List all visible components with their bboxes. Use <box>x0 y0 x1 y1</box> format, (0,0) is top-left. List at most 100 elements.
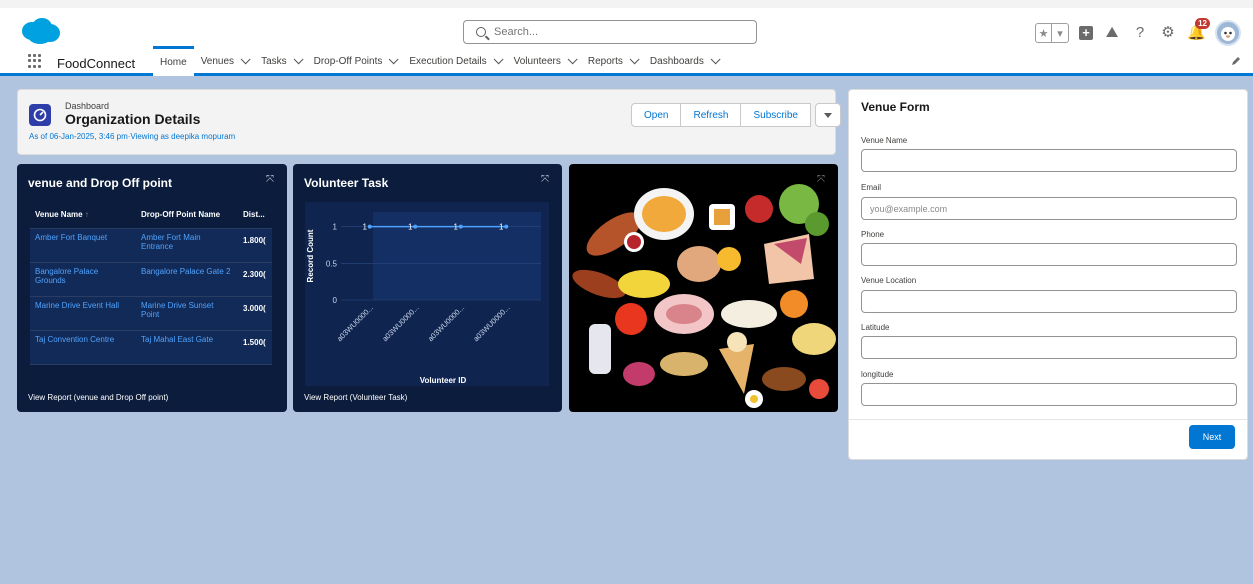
y-tick-label: 1 <box>333 223 338 232</box>
view-report-link[interactable]: View Report (venue and Drop Off point) <box>28 393 168 402</box>
star-icon[interactable]: ★ <box>1036 24 1052 42</box>
food-illustration <box>572 184 836 408</box>
app-launcher-icon[interactable] <box>28 54 42 68</box>
venue-name-cell[interactable]: Bangalore Palace Grounds <box>30 262 136 297</box>
column-header-drop-off-point[interactable]: Drop-Off Point Name <box>136 202 238 229</box>
tab-tasks[interactable]: Tasks <box>254 46 307 76</box>
column-header-distance[interactable]: Dist... <box>238 202 272 229</box>
open-button[interactable]: Open <box>631 103 682 127</box>
drop-off-point-cell[interactable]: Marine Drive Sunset Point <box>136 296 238 331</box>
tab-label: Reports <box>587 55 623 67</box>
phone-input[interactable] <box>861 243 1237 266</box>
notification-badge: 12 <box>1195 18 1210 29</box>
drop-off-point-cell[interactable]: Bangalore Palace Gate 2 <box>136 262 238 297</box>
latitude-input[interactable] <box>861 336 1237 359</box>
venue-dropoff-card: venue and Drop Off point ⤧ Venue Name ↑ … <box>17 164 287 412</box>
chevron-down-icon[interactable] <box>293 53 304 64</box>
drop-off-point-cell[interactable]: Amber Fort Main Entrance <box>136 228 238 263</box>
user-avatar[interactable] <box>1215 20 1241 46</box>
chevron-down-icon[interactable] <box>629 53 640 64</box>
tab-label: Dashboards <box>649 55 704 67</box>
tab-volunteers[interactable]: Volunteers <box>507 46 581 76</box>
setup-gear-icon[interactable]: ⚙ <box>1159 24 1177 42</box>
data-label: 1 <box>363 223 368 232</box>
dropdown-triangle-icon <box>823 112 832 118</box>
favorites-dropdown-icon[interactable]: ▾ <box>1052 24 1068 42</box>
global-search-input[interactable]: Search... <box>463 20 757 44</box>
expand-icon[interactable]: ⤧ <box>266 174 276 185</box>
column-label: Venue Name <box>35 210 83 220</box>
more-actions-button[interactable] <box>814 103 841 127</box>
tab-drop-off-points[interactable]: Drop-Off Points <box>307 46 403 76</box>
venue-form: Venue Form Venue Name Email Phone Venue … <box>848 89 1248 460</box>
venue-report-table: Venue Name ↑ Drop-Off Point Name Dist...… <box>30 202 272 365</box>
chevron-down-icon[interactable] <box>493 53 504 64</box>
tab-label: Venues <box>200 55 235 67</box>
salesforce-cloud-logo[interactable] <box>18 16 62 46</box>
subscribe-button[interactable]: Subscribe <box>741 103 811 127</box>
chevron-down-icon[interactable] <box>240 53 251 64</box>
table-row: Amber Fort Banquet Amber Fort Main Entra… <box>30 228 272 263</box>
y-tick-label: 0.5 <box>326 259 338 268</box>
form-divider <box>849 419 1247 420</box>
edit-nav-pencil-icon[interactable] <box>1231 56 1241 66</box>
table-row: Marine Drive Event Hall Marine Drive Sun… <box>30 296 272 331</box>
longitude-input[interactable] <box>861 383 1237 406</box>
trailhead-icon[interactable]: ⛰ <box>1103 24 1121 42</box>
tab-label: Volunteers <box>513 55 561 67</box>
app-name: FoodConnect <box>57 56 136 71</box>
tab-label: Tasks <box>261 55 287 67</box>
view-report-link[interactable]: View Report (Volunteer Task) <box>304 393 407 402</box>
global-actions-icon[interactable]: + <box>1079 26 1093 40</box>
next-button[interactable]: Next <box>1189 425 1235 449</box>
astro-avatar-icon <box>1221 27 1235 41</box>
distance-cell: 3.000( <box>238 296 272 331</box>
column-header-venue-name[interactable]: Venue Name ↑ <box>30 202 136 229</box>
venue-name-label: Venue Name <box>861 136 908 145</box>
dashboard-type-label: Dashboard <box>65 101 110 111</box>
data-label: 1 <box>454 223 459 232</box>
data-label: 1 <box>499 223 504 232</box>
refresh-button[interactable]: Refresh <box>681 103 742 127</box>
tab-venues[interactable]: Venues <box>194 46 254 76</box>
data-point[interactable] <box>458 224 463 229</box>
email-input[interactable] <box>861 197 1237 220</box>
data-point[interactable] <box>413 224 418 229</box>
expand-icon[interactable]: ⤧ <box>817 174 827 185</box>
venue-name-cell[interactable]: Amber Fort Banquet <box>30 228 136 263</box>
distance-cell: 2.300( <box>238 262 272 297</box>
notifications-bell-icon[interactable]: 🔔 12 <box>1187 18 1210 42</box>
venue-name-cell[interactable]: Taj Convention Centre <box>30 330 136 365</box>
data-point[interactable] <box>504 224 509 229</box>
chevron-down-icon[interactable] <box>710 53 721 64</box>
venue-name-cell[interactable]: Marine Drive Event Hall <box>30 296 136 331</box>
drop-off-point-cell[interactable]: Taj Mahal East Gate <box>136 330 238 365</box>
food-image-card: ⤧ <box>569 164 838 412</box>
tab-execution-details[interactable]: Execution Details <box>402 46 506 76</box>
utility-icons: ★ ▾ + ⛰ ? ⚙ 🔔 12 <box>1035 18 1241 48</box>
y-tick-label: 0 <box>333 296 338 305</box>
data-label: 1 <box>408 223 413 232</box>
data-point[interactable] <box>367 224 372 229</box>
tab-reports[interactable]: Reports <box>581 46 643 76</box>
chevron-down-icon[interactable] <box>567 53 578 64</box>
chevron-down-icon[interactable] <box>389 53 399 64</box>
global-header: Search... ★ ▾ + ⛰ ? ⚙ 🔔 12 <box>0 8 1253 46</box>
latitude-label: Latitude <box>861 323 890 332</box>
dashboard-title: Organization Details <box>65 111 201 127</box>
venue-name-input[interactable] <box>861 149 1237 172</box>
help-icon[interactable]: ? <box>1131 24 1149 42</box>
tab-dashboards[interactable]: Dashboards <box>643 46 724 76</box>
dashboard-icon <box>29 104 51 126</box>
tab-label: Drop-Off Points <box>313 55 383 67</box>
tab-home[interactable]: Home <box>153 46 194 76</box>
sort-arrow-icon: ↑ <box>84 210 89 220</box>
venue-location-input[interactable] <box>861 290 1237 313</box>
longitude-label: longitude <box>861 370 894 379</box>
distance-cell: 1.500( <box>238 330 272 365</box>
phone-label: Phone <box>861 230 885 239</box>
table-row: Bangalore Palace Grounds Bangalore Palac… <box>30 262 272 297</box>
navigation-bar: FoodConnect Home Venues Tasks Drop-Off P… <box>0 46 1253 76</box>
favorites-button[interactable]: ★ ▾ <box>1035 23 1069 43</box>
email-label: Email <box>861 183 882 192</box>
